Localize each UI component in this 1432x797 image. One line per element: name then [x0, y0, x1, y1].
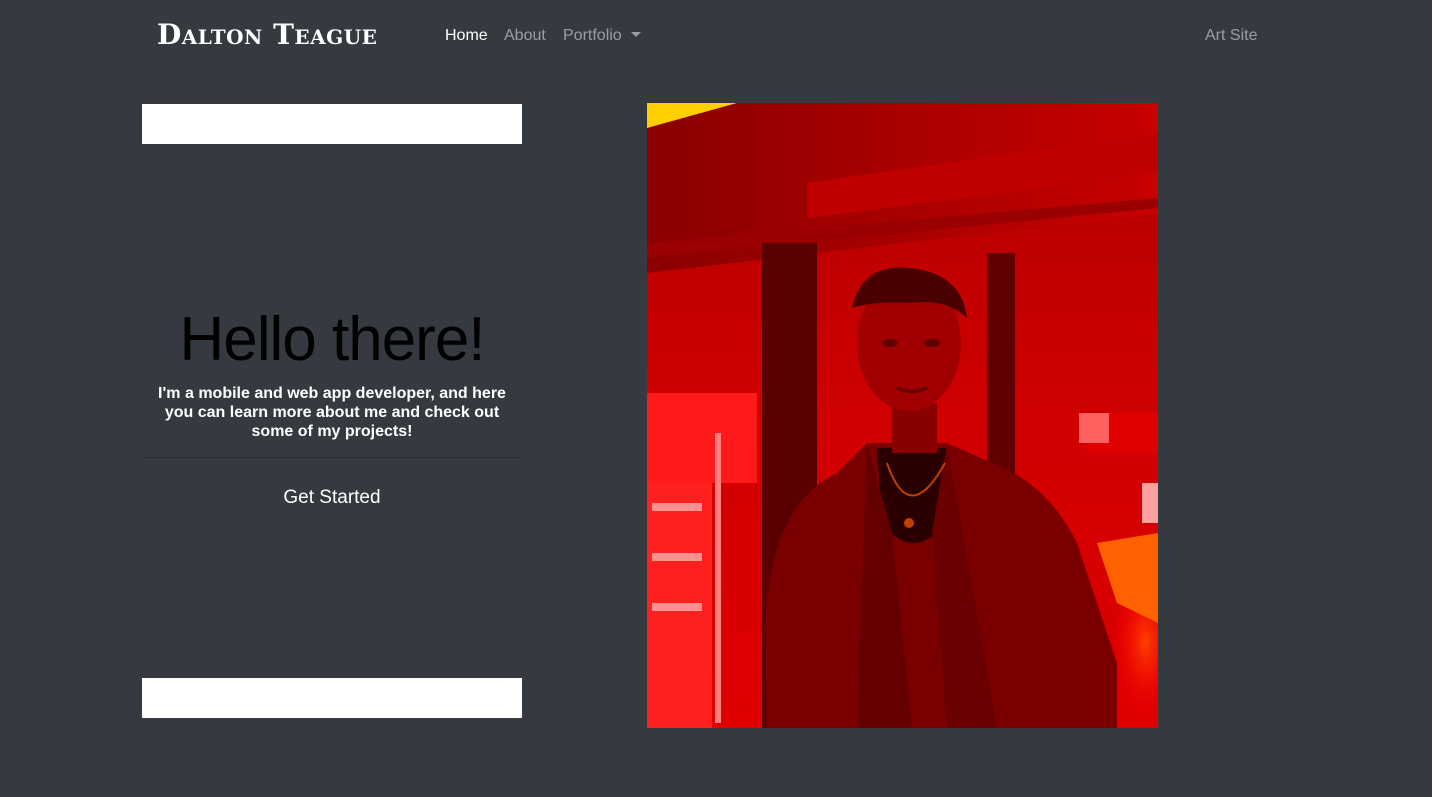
nav-link-art-site[interactable]: Art Site: [1205, 26, 1257, 46]
nav-link-about[interactable]: About: [504, 26, 546, 46]
profile-photo: [647, 103, 1158, 728]
nav-dropdown-portfolio[interactable]: Portfolio: [563, 26, 641, 46]
divider: [142, 457, 522, 458]
brand-logo[interactable]: Dalton Teague: [157, 17, 377, 53]
nav-link-home[interactable]: Home: [445, 26, 488, 46]
caret-down-icon: [630, 32, 641, 37]
hero-description: I'm a mobile and web app developer, and …: [158, 385, 506, 440]
hero-title: Hello there!: [179, 305, 485, 374]
placeholder-banner-bottom: [142, 678, 522, 718]
placeholder-banner-top: [142, 104, 522, 144]
nav-dropdown-portfolio-label: Portfolio: [563, 27, 622, 44]
get-started-button[interactable]: Get Started: [232, 484, 432, 512]
navbar: Dalton Teague Home About Portfolio Art S…: [0, 0, 1432, 72]
